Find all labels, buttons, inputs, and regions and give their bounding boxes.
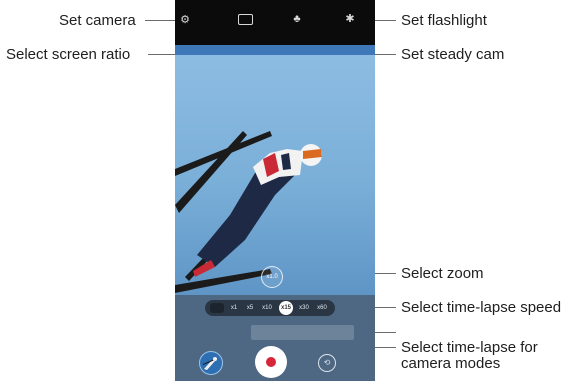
camera-screen: ⚙ ♣ ✱ x1.0 x1 x5 x10 x15 x30 x60 ⟲ [175, 0, 375, 381]
speed-off-indicator [210, 303, 224, 313]
ski-jumper-thumbnail-icon [203, 357, 217, 370]
switch-camera-icon[interactable]: ⟲ [318, 354, 336, 372]
camera-top-bar: ⚙ ♣ ✱ [175, 0, 375, 45]
time-lapse-speed-selector[interactable]: x1 x5 x10 x15 x30 x60 [205, 300, 335, 316]
callout-set-camera: Set camera [59, 12, 136, 29]
speed-option-x10[interactable]: x10 [260, 302, 274, 314]
speed-option-x60[interactable]: x60 [315, 302, 329, 314]
callout-select-time-lapse-modes: Select time-lapse for camera modes [401, 339, 538, 372]
callout-select-screen-ratio: Select screen ratio [6, 46, 131, 63]
speed-option-x1[interactable]: x1 [228, 302, 240, 314]
gallery-thumbnail[interactable] [199, 351, 223, 375]
callout-select-time-lapse-speed: Select time-lapse speed [401, 299, 562, 316]
zoom-icon[interactable]: x1.0 [261, 266, 283, 288]
callout-select-zoom: Select zoom [401, 265, 484, 282]
flash-icon[interactable]: ✱ [343, 13, 357, 25]
speed-option-x15-selected[interactable]: x15 [279, 301, 293, 315]
ski-jumper-image [175, 131, 322, 293]
camera-viewfinder[interactable]: x1.0 [175, 45, 375, 295]
record-icon [266, 357, 276, 367]
callout-set-steady-cam: Set steady cam [401, 46, 505, 63]
speed-option-x30[interactable]: x30 [297, 302, 311, 314]
camera-bottom-panel: x1 x5 x10 x15 x30 x60 ⟲ [175, 295, 375, 381]
speed-option-x5[interactable]: x5 [244, 302, 256, 314]
gear-icon[interactable]: ⚙ [178, 14, 192, 26]
record-button[interactable] [255, 346, 287, 378]
steady-cam-icon[interactable]: ♣ [290, 13, 304, 25]
callout-set-flashlight: Set flashlight [401, 12, 487, 29]
aspect-ratio-icon[interactable] [238, 14, 253, 25]
time-lapse-mode-bar[interactable] [251, 325, 354, 340]
